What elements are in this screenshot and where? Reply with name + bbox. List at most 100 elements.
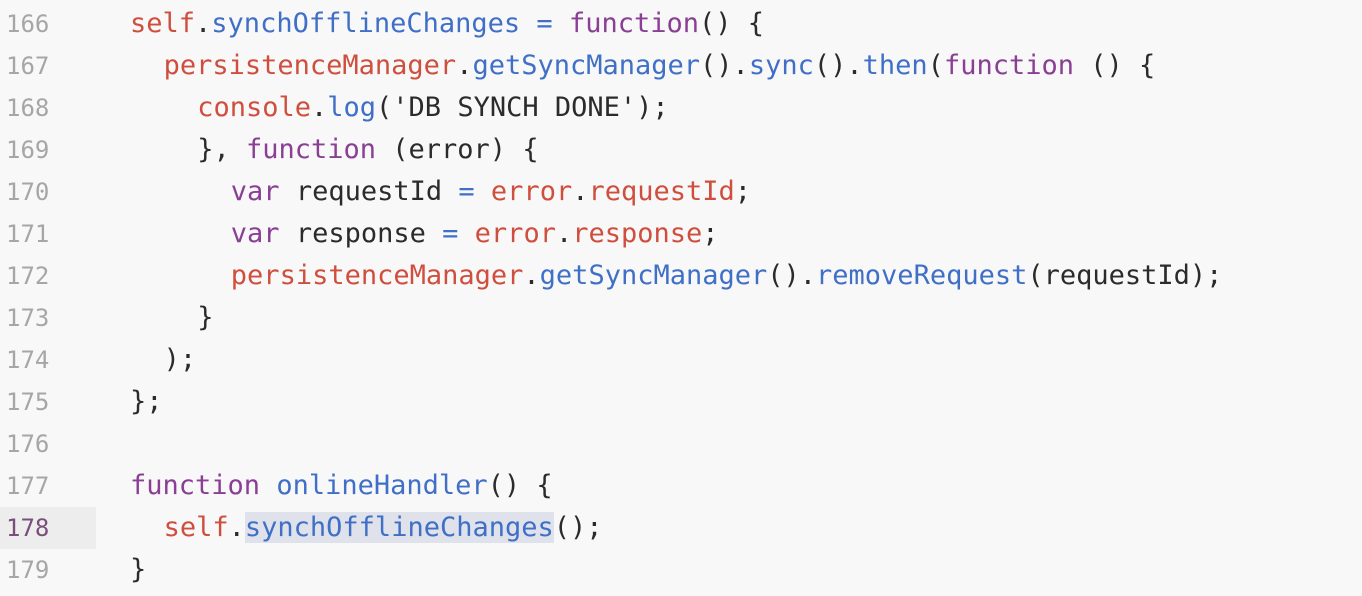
code-token: (	[376, 92, 393, 123]
code-line[interactable]: 174);	[0, 339, 1362, 381]
highlighted-identifier: synchOfflineChanges	[244, 512, 554, 543]
code-token: var	[230, 176, 280, 207]
code-text[interactable]: function onlineHandler() {	[130, 465, 553, 507]
code-token: log	[327, 92, 377, 123]
code-token: );	[636, 92, 669, 123]
code-token: =	[458, 176, 475, 207]
code-token: .	[195, 8, 212, 39]
code-token: () {	[699, 8, 765, 39]
line-number: 166	[6, 10, 50, 38]
code-token: .	[228, 512, 245, 543]
code-line[interactable]: 177 function onlineHandler() {	[0, 465, 1362, 507]
code-line[interactable]: 167 persistenceManager.getSyncManager().s…	[0, 45, 1362, 87]
code-text[interactable]: self.synchOfflineChanges();	[164, 507, 603, 549]
code-line[interactable]: 176	[0, 423, 1362, 465]
line-number: 171	[6, 220, 50, 248]
code-token: };	[130, 386, 163, 417]
code-token: (requestId);	[1027, 260, 1223, 291]
code-token: ().	[767, 260, 817, 291]
code-token: .	[456, 50, 473, 81]
code-line[interactable]: 172 persistenceManager.getSyncManager().r…	[0, 255, 1362, 297]
code-token: error	[474, 218, 556, 249]
code-token: () {	[487, 470, 553, 501]
line-number: 169	[6, 136, 50, 164]
code-text[interactable]: );	[164, 339, 197, 381]
code-token: console	[197, 92, 311, 123]
code-line[interactable]: 168 console.log('DB SYNCH DONE');	[0, 87, 1362, 129]
code-token: removeRequest	[816, 260, 1028, 291]
code-token: onlineHandler	[276, 470, 488, 501]
code-text[interactable]: self.synchOfflineChanges = function() {	[130, 3, 764, 45]
line-number: 178	[6, 514, 50, 542]
code-token: ;	[702, 218, 719, 249]
code-line[interactable]: 169}, function (error) {	[0, 129, 1362, 171]
code-token: persistenceManager	[230, 260, 524, 291]
code-token: synchOfflineChanges	[211, 8, 521, 39]
code-text[interactable]: persistenceManager.getSyncManager().sync…	[164, 45, 1156, 87]
code-token: 'DB SYNCH DONE'	[392, 92, 637, 123]
code-token: .	[523, 260, 540, 291]
code-token: getSyncManager	[539, 260, 768, 291]
code-token: () {	[1073, 50, 1156, 81]
code-token: .	[310, 92, 328, 123]
code-text[interactable]: }	[130, 549, 146, 591]
code-token: requestId	[588, 176, 735, 207]
line-number: 176	[6, 430, 50, 458]
code-text[interactable]: };	[130, 381, 163, 423]
line-number: 174	[6, 346, 50, 374]
line-number: 179	[6, 556, 50, 584]
code-token: response	[279, 218, 443, 249]
code-text[interactable]: console.log('DB SYNCH DONE');	[197, 87, 668, 129]
code-token: getSyncManager	[472, 50, 701, 81]
code-token: function	[943, 50, 1074, 81]
code-token: error	[490, 176, 573, 207]
code-line[interactable]: 173}	[0, 297, 1362, 339]
code-token: function	[568, 8, 699, 39]
code-token: then	[862, 50, 928, 81]
code-line[interactable]: 179}	[0, 549, 1362, 591]
line-number: 173	[6, 304, 50, 332]
line-number: 170	[6, 178, 50, 206]
code-token: =	[442, 218, 459, 249]
line-number: 168	[6, 94, 50, 122]
code-line[interactable]: 171 var response = error.response;	[0, 213, 1362, 255]
line-number: 167	[6, 52, 50, 80]
code-token: function	[130, 470, 261, 501]
code-token: function	[245, 134, 377, 165]
line-number: 177	[6, 472, 50, 500]
code-token: ().	[700, 50, 749, 81]
code-token: },	[197, 134, 246, 165]
code-text[interactable]: }, function (error) {	[197, 129, 538, 171]
code-text[interactable]: }	[197, 297, 213, 339]
code-line[interactable]: 170 var requestId = error.requestId;	[0, 171, 1362, 213]
code-token: var	[230, 218, 280, 249]
code-token: ;	[734, 176, 752, 207]
code-token: (	[927, 50, 944, 81]
code-editor[interactable]: 166 self.synchOfflineChanges = function()…	[0, 0, 1362, 596]
code-text[interactable]: var requestId = error.requestId;	[231, 171, 751, 213]
code-token: );	[163, 344, 197, 375]
code-token: self	[163, 512, 229, 543]
code-line[interactable]: 175};	[0, 381, 1362, 423]
code-token: requestId	[279, 176, 459, 207]
code-text[interactable]: var response = error.response;	[231, 213, 719, 255]
code-token: .	[555, 218, 573, 249]
code-token: response	[572, 218, 703, 249]
code-line[interactable]: 178 self.synchOfflineChanges();	[0, 507, 1362, 549]
code-token: ().	[813, 50, 863, 81]
code-token: .	[572, 176, 589, 207]
code-text[interactable]: persistenceManager.getSyncManager().remo…	[231, 255, 1223, 297]
code-token: =	[536, 8, 553, 39]
code-token: }	[130, 554, 147, 585]
code-line[interactable]: 166 self.synchOfflineChanges = function()…	[0, 3, 1362, 45]
code-token: sync	[748, 50, 814, 81]
code-token: self	[130, 8, 196, 39]
line-number: 175	[6, 388, 50, 416]
code-token: (error) {	[376, 134, 539, 165]
code-token: persistenceManager	[163, 50, 457, 81]
